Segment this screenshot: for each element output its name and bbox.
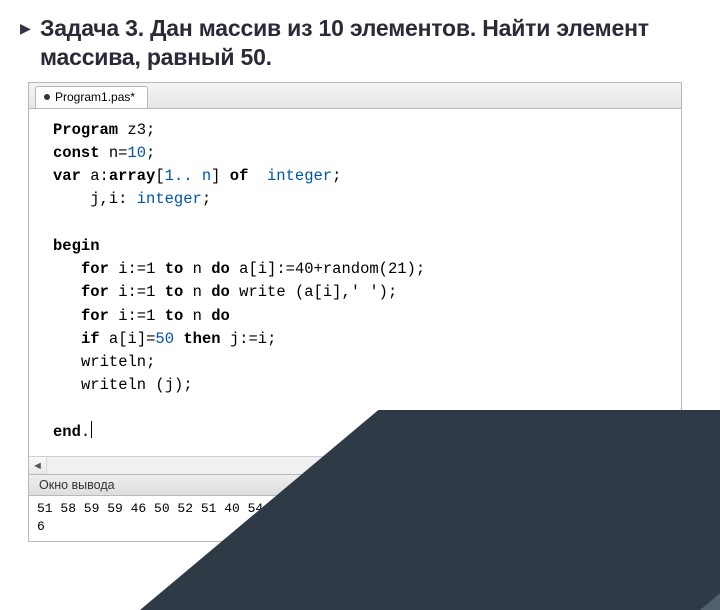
kw-end: end <box>53 423 81 441</box>
scroll-left-icon[interactable]: ◄ <box>29 457 47 474</box>
horizontal-scrollbar[interactable]: ◄ <box>29 456 681 474</box>
output-panel-title: Окно вывода <box>29 474 681 496</box>
kw-of: of <box>230 167 249 185</box>
output-line: 51 58 59 59 46 50 52 51 40 54 <box>37 500 673 518</box>
kw-array: array <box>109 167 156 185</box>
output-line: 6 <box>37 518 673 536</box>
output-panel: 51 58 59 59 46 50 52 51 40 54 6 <box>29 496 681 541</box>
kw-var: var <box>53 167 81 185</box>
code-editor[interactable]: Program z3; const n=10; var a:array[1.. … <box>29 109 681 457</box>
slide-title: Задача 3. Дан массив из 10 элементов. На… <box>40 14 684 72</box>
tab-filename: Program1.pas* <box>55 90 135 104</box>
kw-begin: begin <box>53 237 100 255</box>
tab-bar: Program1.pas* <box>29 83 681 109</box>
ide-frame: Program1.pas* Program z3; const n=10; va… <box>28 82 682 543</box>
text-cursor-icon <box>91 421 92 438</box>
kw-const: const <box>53 144 100 162</box>
unsaved-dot-icon <box>44 94 50 100</box>
title-bullet: ▶ <box>20 14 32 42</box>
kw-program: Program <box>53 121 118 139</box>
editor-tab[interactable]: Program1.pas* <box>35 86 148 108</box>
